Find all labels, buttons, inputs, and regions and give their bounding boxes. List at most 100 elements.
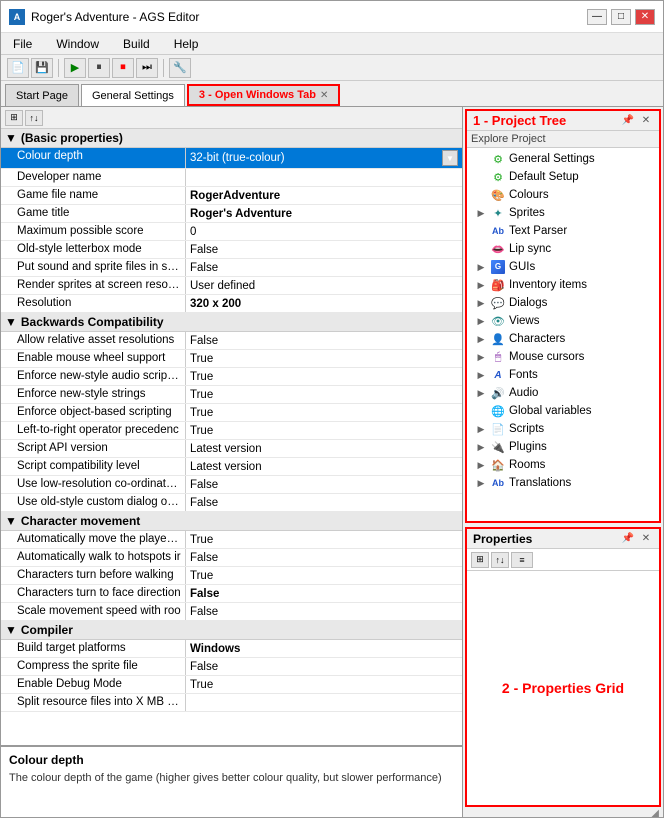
prop-sort-alpha[interactable]: ↑↓ xyxy=(25,110,43,126)
prop-auto-move-value[interactable]: True xyxy=(186,531,462,548)
prop-game-title-value[interactable]: Roger's Adventure xyxy=(186,205,462,222)
group-basic-props[interactable]: ▼ (Basic properties) xyxy=(1,129,462,148)
prop-char-turn-walk[interactable]: Characters turn before walking True xyxy=(1,567,462,585)
prop-mouse-wheel[interactable]: Enable mouse wheel support True xyxy=(1,350,462,368)
prop-grid-category-btn[interactable]: ⊞ xyxy=(471,552,489,568)
prop-ltr-op-value[interactable]: True xyxy=(186,422,462,439)
group-char-movement[interactable]: ▼ Character movement xyxy=(1,512,462,531)
maximize-button[interactable]: □ xyxy=(611,9,631,25)
menu-window[interactable]: Window xyxy=(52,36,103,52)
prop-split-resource-value[interactable] xyxy=(186,694,462,711)
prop-new-strings-value[interactable]: True xyxy=(186,386,462,403)
prop-obj-script-value[interactable]: True xyxy=(186,404,462,421)
toolbar-pause[interactable]: ⏸ xyxy=(88,58,110,78)
tab-general-settings[interactable]: General Settings xyxy=(81,84,185,106)
prop-sound-sprite-value[interactable]: False xyxy=(186,259,462,276)
tab-open-windows-close[interactable]: ✕ xyxy=(320,90,328,101)
prop-new-strings[interactable]: Enforce new-style strings True xyxy=(1,386,462,404)
prop-letterbox-value[interactable]: False xyxy=(186,241,462,258)
prop-compress-sprite[interactable]: Compress the sprite file False xyxy=(1,658,462,676)
prop-game-title[interactable]: Game title Roger's Adventure xyxy=(1,205,462,223)
tree-item-text-parser[interactable]: Ab Text Parser xyxy=(467,222,659,240)
prop-auto-move[interactable]: Automatically move the player in True xyxy=(1,531,462,549)
properties-close[interactable]: ✕ xyxy=(639,532,653,546)
menu-file[interactable]: File xyxy=(9,36,36,52)
tree-item-dialogs[interactable]: ▶ 💬 Dialogs xyxy=(467,294,659,312)
tree-item-rooms[interactable]: ▶ 🏠 Rooms xyxy=(467,456,659,474)
toolbar-step[interactable]: ⏭ xyxy=(136,58,158,78)
group-backwards-compat[interactable]: ▼ Backwards Compatibility xyxy=(1,313,462,332)
tree-item-translations[interactable]: ▶ Ab Translations xyxy=(467,474,659,492)
prop-compress-sprite-value[interactable]: False xyxy=(186,658,462,675)
tree-item-general-settings[interactable]: ⚙ General Settings xyxy=(467,150,659,168)
group-compiler[interactable]: ▼ Compiler xyxy=(1,621,462,640)
toolbar-save[interactable]: 💾 xyxy=(31,58,53,78)
tree-item-scripts[interactable]: ▶ 📄 Scripts xyxy=(467,420,659,438)
prop-build-targets-value[interactable]: Windows xyxy=(186,640,462,657)
prop-resolution[interactable]: Resolution 320 x 200 xyxy=(1,295,462,313)
prop-split-resource[interactable]: Split resource files into X MB size: 0 xyxy=(1,694,462,712)
prop-ltr-op[interactable]: Left-to-right operator precedenc True xyxy=(1,422,462,440)
properties-pin[interactable]: 📌 xyxy=(621,532,635,546)
tree-item-views[interactable]: ▶ 👁 Views xyxy=(467,312,659,330)
prop-build-targets[interactable]: Build target platforms Windows xyxy=(1,640,462,658)
project-tree-close[interactable]: ✕ xyxy=(639,114,653,128)
prop-game-file-name-value[interactable]: RogerAdventure xyxy=(186,187,462,204)
tab-start-page[interactable]: Start Page xyxy=(5,84,79,106)
prop-lo-res-coords-value[interactable]: False xyxy=(186,476,462,493)
prop-char-turn-walk-value[interactable]: True xyxy=(186,567,462,584)
prop-render-sprites[interactable]: Render sprites at screen resoluti User d… xyxy=(1,277,462,295)
prop-obj-script[interactable]: Enforce object-based scripting True xyxy=(1,404,462,422)
prop-script-compat-value[interactable]: Latest version xyxy=(186,458,462,475)
tree-item-lip-sync[interactable]: 👄 Lip sync xyxy=(467,240,659,258)
prop-scale-movement[interactable]: Scale movement speed with roo False xyxy=(1,603,462,621)
prop-script-compat[interactable]: Script compatibility level Latest versio… xyxy=(1,458,462,476)
menu-help[interactable]: Help xyxy=(170,36,203,52)
prop-debug-mode[interactable]: Enable Debug Mode True xyxy=(1,676,462,694)
toolbar-stop[interactable]: ⏹ xyxy=(112,58,134,78)
prop-render-sprites-value[interactable]: User defined xyxy=(186,277,462,294)
minimize-button[interactable]: — xyxy=(587,9,607,25)
prop-old-dialog[interactable]: Use old-style custom dialog optio False xyxy=(1,494,462,512)
prop-resolution-value[interactable]: 320 x 200 xyxy=(186,295,462,312)
project-tree-pin[interactable]: 📌 xyxy=(621,114,635,128)
prop-grid-desc-btn[interactable]: ≡ xyxy=(511,552,533,568)
prop-developer-name[interactable]: Developer name xyxy=(1,169,462,187)
tree-item-sprites[interactable]: ▶ ✦ Sprites xyxy=(467,204,659,222)
tree-item-characters[interactable]: ▶ 👤 Characters xyxy=(467,330,659,348)
prop-debug-mode-value[interactable]: True xyxy=(186,676,462,693)
prop-developer-name-value[interactable] xyxy=(186,169,462,186)
toolbar-settings[interactable]: 🔧 xyxy=(169,58,191,78)
tree-item-inventory[interactable]: ▶ 🎒 Inventory items xyxy=(467,276,659,294)
tree-item-default-setup[interactable]: ⚙ Default Setup xyxy=(467,168,659,186)
toolbar-run[interactable]: ▶ xyxy=(64,58,86,78)
prop-rel-assets[interactable]: Allow relative asset resolutions False xyxy=(1,332,462,350)
menu-build[interactable]: Build xyxy=(119,36,154,52)
toolbar-new[interactable]: 📄 xyxy=(7,58,29,78)
prop-sort-category[interactable]: ⊞ xyxy=(5,110,23,126)
prop-scale-movement-value[interactable]: False xyxy=(186,603,462,620)
tree-item-colours[interactable]: 🎨 Colours xyxy=(467,186,659,204)
prop-auto-walk[interactable]: Automatically walk to hotspots ir False xyxy=(1,549,462,567)
tab-open-windows[interactable]: 3 - Open Windows Tab ✕ xyxy=(187,84,340,106)
prop-lo-res-coords[interactable]: Use low-resolution co-ordinates ir False xyxy=(1,476,462,494)
prop-sound-sprite[interactable]: Put sound and sprite files in sour False xyxy=(1,259,462,277)
tree-item-global-vars[interactable]: 🌐 Global variables xyxy=(467,402,659,420)
prop-audio-script[interactable]: Enforce new-style audio scripting True xyxy=(1,368,462,386)
prop-colour-depth-value[interactable]: 32-bit (true-colour) ▼ xyxy=(186,148,462,168)
prop-game-file-name[interactable]: Game file name RogerAdventure xyxy=(1,187,462,205)
prop-auto-walk-value[interactable]: False xyxy=(186,549,462,566)
prop-max-score[interactable]: Maximum possible score 0 xyxy=(1,223,462,241)
prop-max-score-value[interactable]: 0 xyxy=(186,223,462,240)
prop-grid-alpha-btn[interactable]: ↑↓ xyxy=(491,552,509,568)
bottom-resize[interactable]: ◢ xyxy=(463,809,663,817)
prop-char-turn-face-value[interactable]: False xyxy=(186,585,462,602)
prop-letterbox[interactable]: Old-style letterbox mode False xyxy=(1,241,462,259)
tree-item-fonts[interactable]: ▶ A Fonts xyxy=(467,366,659,384)
prop-char-turn-face[interactable]: Characters turn to face direction False xyxy=(1,585,462,603)
tree-item-plugins[interactable]: ▶ 🔌 Plugins xyxy=(467,438,659,456)
tree-item-audio[interactable]: ▶ 🔊 Audio xyxy=(467,384,659,402)
prop-audio-script-value[interactable]: True xyxy=(186,368,462,385)
prop-colour-depth[interactable]: Colour depth 32-bit (true-colour) ▼ xyxy=(1,148,462,169)
prop-rel-assets-value[interactable]: False xyxy=(186,332,462,349)
